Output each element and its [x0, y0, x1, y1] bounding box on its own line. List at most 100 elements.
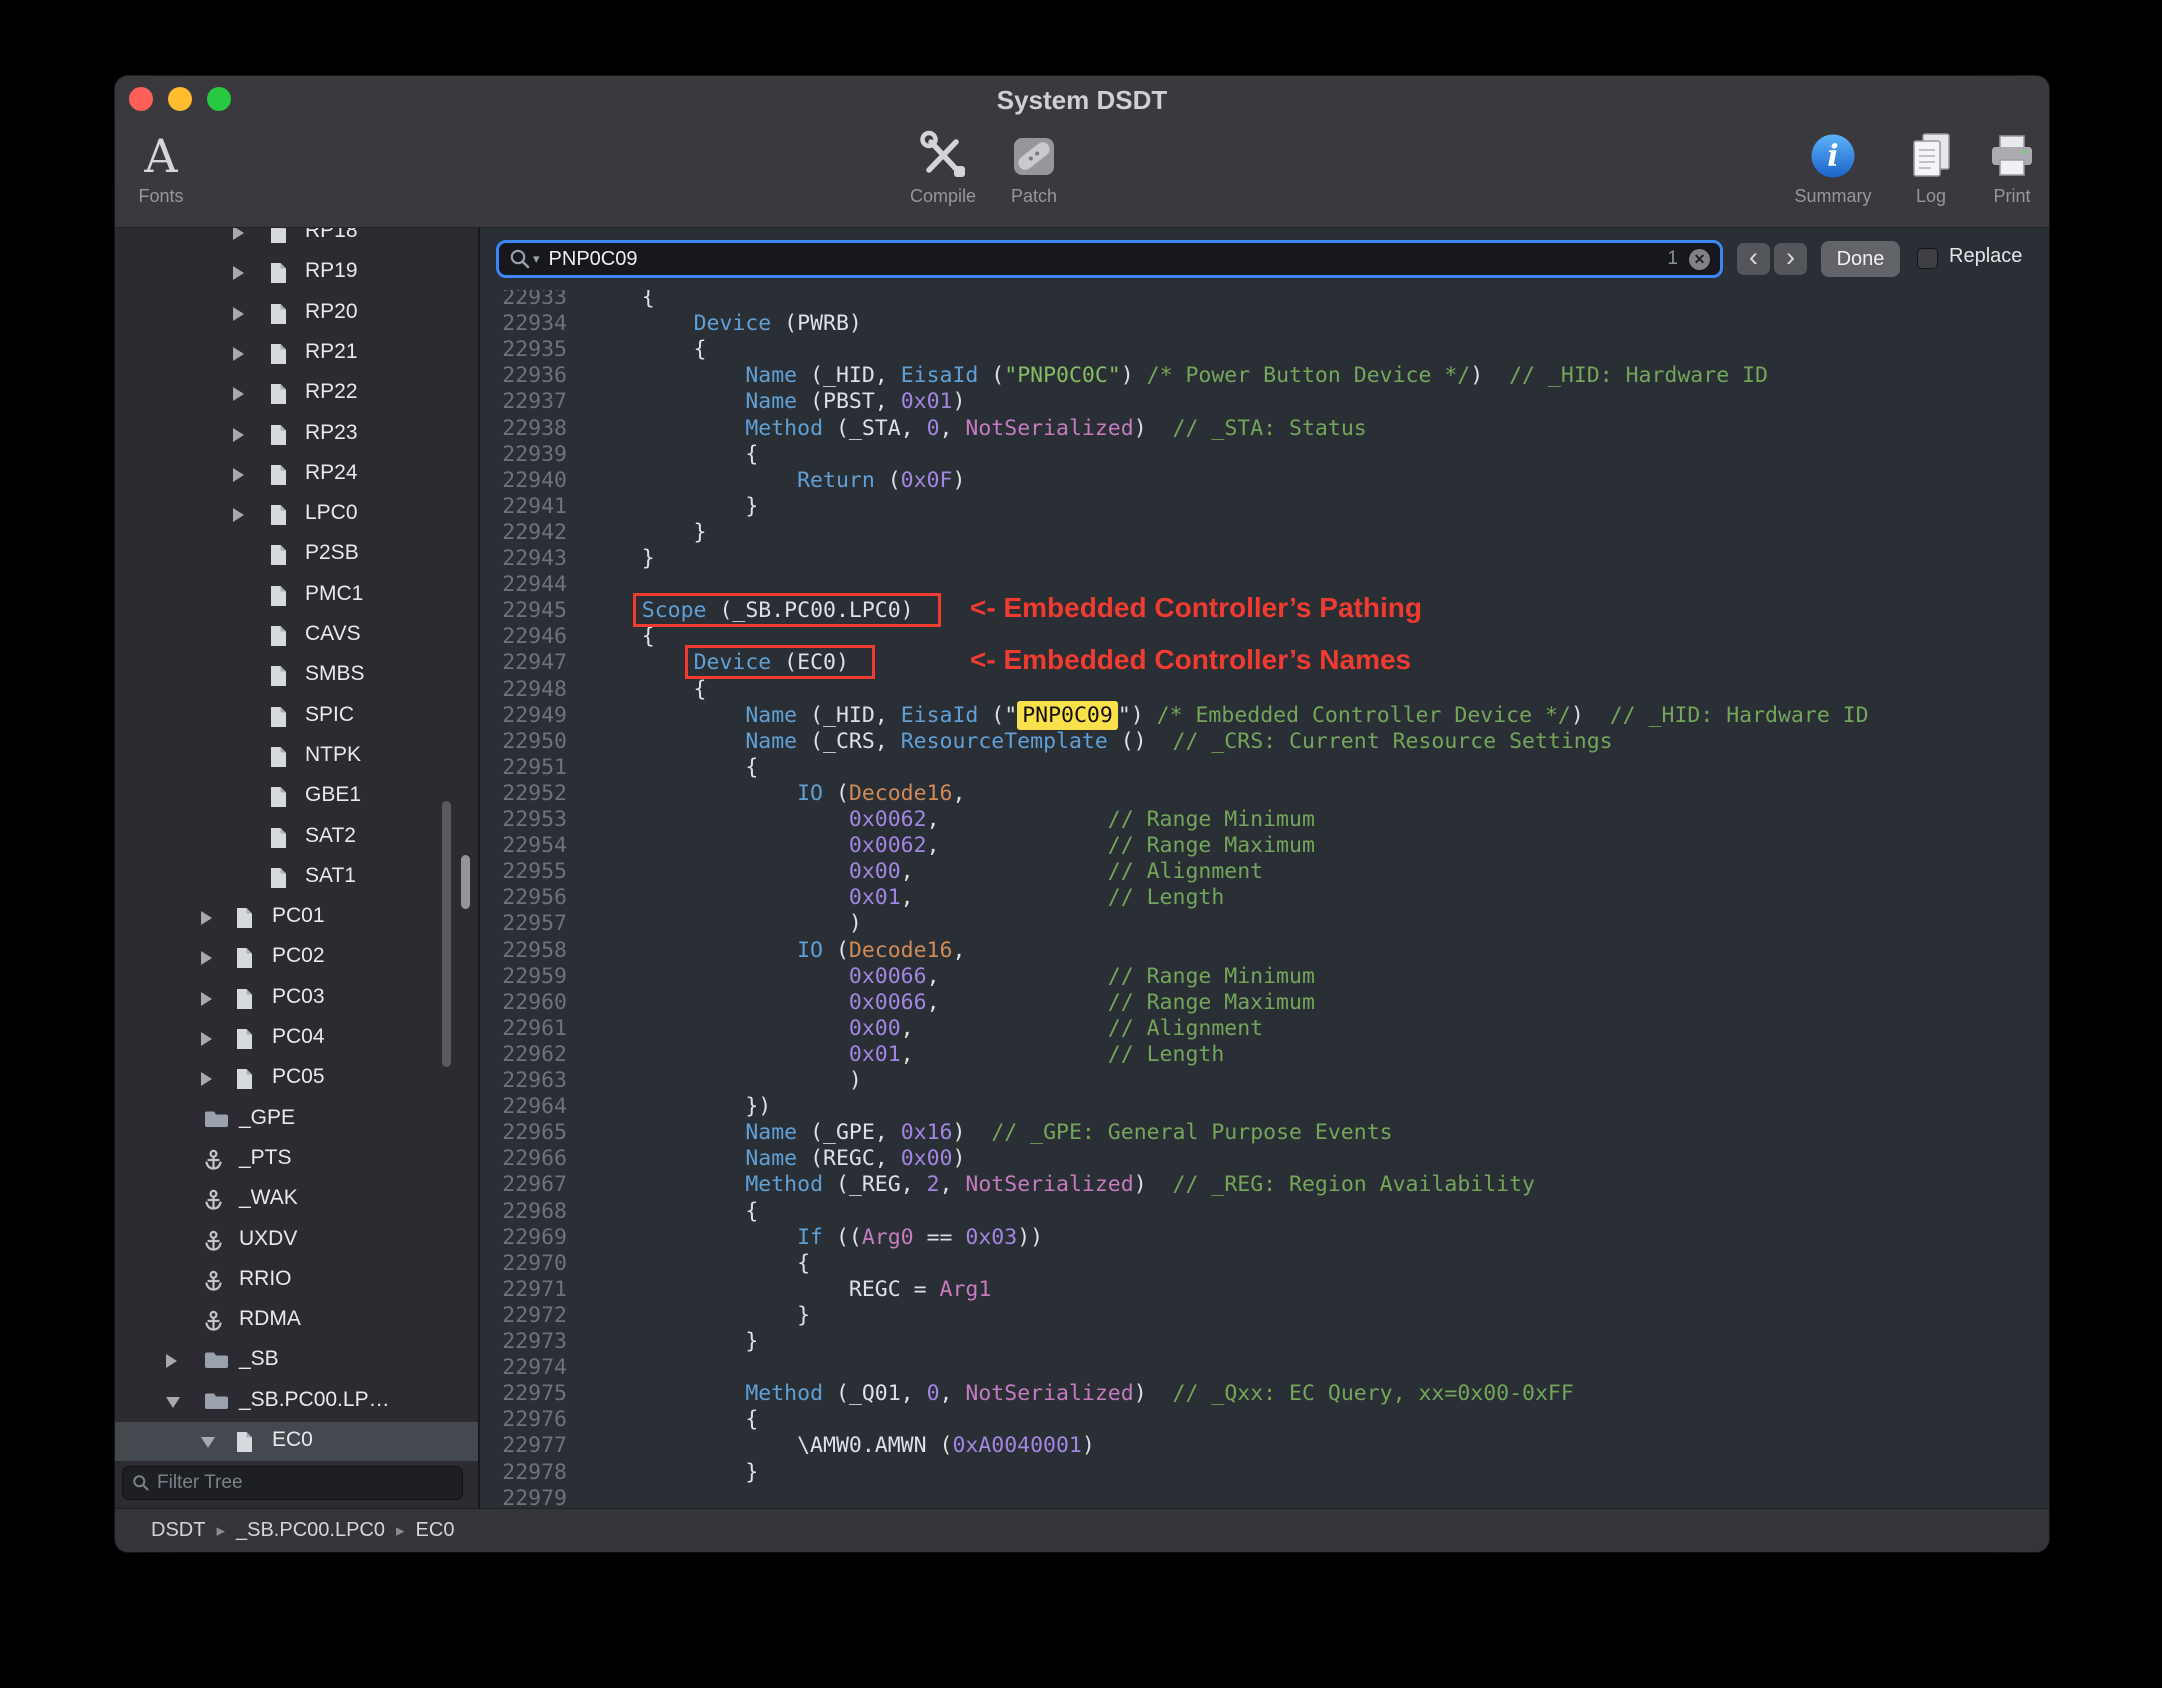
filter-tree-input[interactable]: Filter Tree: [122, 1466, 463, 1500]
annotation-text: <- Embedded Controller’s Names: [970, 644, 1412, 676]
sidebar-item-label: RP19: [305, 259, 358, 283]
code-line: 22938 Method (_STA, 0, NotSerialized) //…: [480, 415, 2049, 442]
sidebar-item-pc03[interactable]: PC03: [115, 979, 478, 1019]
sidebar-item-spic[interactable]: SPIC: [115, 697, 478, 737]
log-toolbar-button[interactable]: Log: [1901, 128, 1961, 207]
sidebar-item-ec0[interactable]: EC0: [115, 1422, 478, 1461]
sidebar-item-pc05[interactable]: PC05: [115, 1059, 478, 1099]
disclosure-triangle-right-icon[interactable]: [166, 1354, 177, 1369]
sidebar-item-rp20[interactable]: RP20: [115, 294, 478, 334]
disclosure-triangle-right-icon[interactable]: [233, 427, 244, 442]
sidebar-item-sat1[interactable]: SAT1: [115, 858, 478, 898]
sidebar-item-smbs[interactable]: SMBS: [115, 656, 478, 696]
summary-toolbar-button[interactable]: i Summary: [1779, 128, 1887, 207]
clear-search-icon[interactable]: ✕: [1689, 248, 1710, 270]
code-editor[interactable]: 22933 {22934 Device (PWRB) 22935 {22936 N…: [480, 228, 2049, 1508]
sidebar-item-wak[interactable]: _WAK: [115, 1180, 478, 1220]
sidebar-item-label: SMBS: [305, 662, 365, 686]
disclosure-triangle-right-icon[interactable]: [233, 387, 244, 402]
sidebar-item-rp24[interactable]: RP24: [115, 455, 478, 495]
sidebar-item-ntpk[interactable]: NTPK: [115, 737, 478, 777]
folder-icon: [204, 1350, 229, 1369]
sidebar-item-p2sb[interactable]: P2SB: [115, 535, 478, 575]
doc-icon: [236, 988, 253, 1010]
log-icon: [1901, 128, 1961, 184]
sidebar-item-rp18[interactable]: RP18: [115, 228, 478, 253]
disclosure-triangle-right-icon[interactable]: [233, 508, 244, 523]
chevron-down-icon[interactable]: ▾: [533, 251, 540, 267]
sidebar-item-label: P2SB: [305, 541, 359, 565]
sidebar-item-rdma[interactable]: RDMA: [115, 1301, 478, 1341]
code-line-text: Name (_HID, EisaId ("PNP0C0C") /* Power …: [745, 363, 1768, 389]
code-line: 22959 0x0066, // Range Minimum: [480, 963, 2049, 990]
line-number: 22976: [502, 1407, 567, 1433]
code-line: 22967 Method (_REG, 2, NotSerialized) //…: [480, 1171, 2049, 1198]
code-line: 22952 IO (Decode16,: [480, 780, 2049, 807]
sidebar-item-rrio[interactable]: RRIO: [115, 1261, 478, 1301]
done-button[interactable]: Done: [1821, 241, 1900, 277]
sidebar-item-lpc0[interactable]: LPC0: [115, 495, 478, 535]
sidebar-item-sb-pc00-lp[interactable]: _SB.PC00.LP…: [115, 1382, 478, 1422]
sidebar-item-label: _PTS: [239, 1145, 292, 1169]
doc-icon: [270, 464, 287, 486]
compile-toolbar-button[interactable]: Compile: [891, 128, 995, 207]
sidebar-item-label: _SB: [239, 1347, 279, 1371]
line-number: 22956: [502, 885, 567, 911]
print-toolbar-button[interactable]: Print: [1975, 128, 2049, 207]
disclosure-triangle-right-icon[interactable]: [201, 951, 212, 966]
line-number: 22942: [502, 519, 567, 545]
sidebar-item-rp22[interactable]: RP22: [115, 374, 478, 414]
breadcrumb-item[interactable]: EC0: [416, 1519, 455, 1542]
code-line: 22972 }: [480, 1302, 2049, 1329]
find-previous-button[interactable]: ‹: [1737, 243, 1770, 275]
sidebar-item-label: RP24: [305, 460, 358, 484]
sidebar-item-pc01[interactable]: PC01: [115, 898, 478, 938]
find-next-button[interactable]: ›: [1774, 243, 1807, 275]
sidebar-item-sb[interactable]: _SB: [115, 1341, 478, 1381]
fonts-toolbar-button[interactable]: A Fonts: [121, 128, 201, 207]
disclosure-triangle-right-icon[interactable]: [233, 306, 244, 321]
sidebar-item-label: RRIO: [239, 1266, 292, 1290]
sidebar-item-pc02[interactable]: PC02: [115, 938, 478, 978]
sidebar-item-rp21[interactable]: RP21: [115, 334, 478, 374]
code-line: 22956 0x01, // Length: [480, 884, 2049, 911]
disclosure-triangle-right-icon[interactable]: [201, 1032, 212, 1046]
disclosure-triangle-down-icon[interactable]: [201, 1437, 215, 1448]
sidebar-item-pmc1[interactable]: PMC1: [115, 576, 478, 616]
breadcrumb-item[interactable]: DSDT: [151, 1519, 205, 1542]
disclosure-triangle-right-icon[interactable]: [233, 467, 244, 482]
disclosure-triangle-right-icon[interactable]: [201, 991, 212, 1006]
replace-checkbox[interactable]: [1917, 248, 1938, 269]
sidebar-item-pts[interactable]: _PTS: [115, 1140, 478, 1180]
line-number: 22944: [502, 572, 567, 598]
code-line-text: Method (_STA, 0, NotSerialized) // _STA:…: [745, 415, 1367, 441]
sidebar-item-sat2[interactable]: SAT2: [115, 818, 478, 858]
pane-scrollbar-thumb[interactable]: [461, 855, 470, 909]
code-line-text: \AMW0.AMWN (0xA0040001): [590, 1433, 1095, 1459]
line-number: 22958: [502, 937, 567, 963]
titlebar-toolbar: System DSDT A Fonts Compile Patch i Summary Lo…: [115, 76, 2049, 228]
disclosure-triangle-right-icon[interactable]: [201, 911, 212, 926]
breadcrumb-item[interactable]: _SB.PC00.LPC0: [236, 1519, 385, 1542]
disclosure-triangle-right-icon[interactable]: [233, 266, 244, 281]
disclosure-triangle-down-icon[interactable]: [166, 1396, 180, 1408]
sidebar-item-gbe1[interactable]: GBE1: [115, 777, 478, 817]
search-input[interactable]: ▾ PNP0C09 1 ✕: [496, 240, 1723, 278]
sidebar-item-pc04[interactable]: PC04: [115, 1019, 478, 1059]
sidebar-item-rp23[interactable]: RP23: [115, 415, 478, 455]
sidebar-item-uxdv[interactable]: UXDV: [115, 1221, 478, 1261]
disclosure-triangle-right-icon[interactable]: [233, 228, 244, 240]
patch-toolbar-button[interactable]: Patch: [989, 128, 1079, 207]
disclosure-triangle-right-icon[interactable]: [201, 1072, 212, 1087]
sidebar-item-gpe[interactable]: _GPE: [115, 1100, 478, 1140]
code-line: 22941 }: [480, 493, 2049, 520]
code-line-text: 0x0062, // Range Minimum: [848, 807, 1315, 832]
line-number: 22965: [502, 1120, 567, 1146]
sidebar-item-cavs[interactable]: CAVS: [115, 616, 478, 656]
code-line: 22968 {: [480, 1198, 2049, 1225]
sidebar-item-label: RP23: [305, 420, 358, 444]
code-line: 22963 ): [480, 1067, 2049, 1094]
disclosure-triangle-right-icon[interactable]: [233, 346, 244, 361]
sidebar-scrollbar-thumb[interactable]: [442, 801, 451, 1067]
sidebar-item-rp19[interactable]: RP19: [115, 253, 478, 293]
